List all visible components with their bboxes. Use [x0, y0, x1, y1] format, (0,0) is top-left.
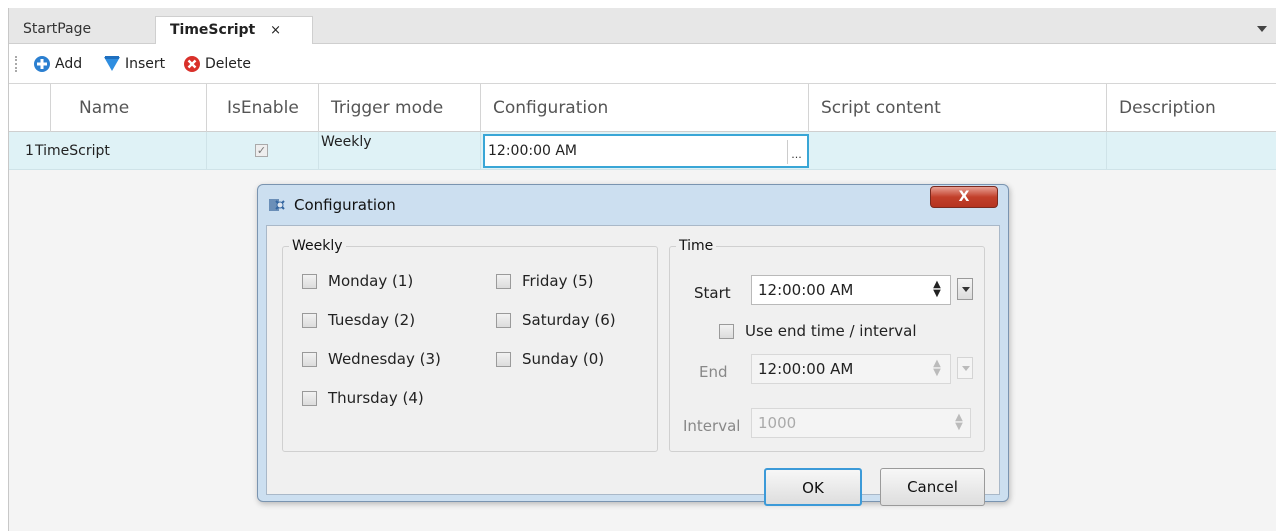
end-time-value: 12:00:00 AM [758, 360, 854, 378]
checkbox-thursday-label: Thursday (4) [328, 389, 424, 407]
cell-trigger-mode[interactable]: Weekly [319, 132, 481, 170]
column-header-script-content[interactable]: Script content [809, 84, 1107, 132]
toolbar-grip [15, 56, 17, 72]
end-label: End [699, 363, 728, 381]
grid-header: Name IsEnable Trigger mode Configuration… [9, 84, 1276, 132]
weekly-legend: Weekly [292, 238, 343, 254]
column-header-description[interactable]: Description [1107, 84, 1276, 132]
checkbox-saturday-label: Saturday (6) [522, 311, 616, 329]
checkbox-thursday[interactable]: Thursday (4) [302, 387, 424, 409]
checkbox-monday-label: Monday (1) [328, 272, 414, 290]
dialog-title: Configuration [294, 196, 396, 214]
table-row[interactable]: 1 TimeScript ✓ Weekly 12:00:00 AM ... [9, 132, 1276, 170]
checkbox-sunday[interactable]: Sunday (0) [496, 348, 604, 370]
insert-button-label: Insert [125, 56, 166, 72]
checkbox-wednesday[interactable]: Wednesday (3) [302, 348, 441, 370]
add-button[interactable]: Add [31, 53, 82, 75]
add-button-label: Add [55, 56, 83, 72]
end-time-field[interactable]: 12:00:00 AM ▲ ▼ [751, 354, 951, 384]
configuration-value: 12:00:00 AM [488, 143, 577, 159]
start-time-spinner-icon[interactable]: ▲ ▼ [930, 280, 944, 300]
delete-icon [184, 56, 200, 72]
tab-close-icon[interactable]: × [270, 23, 281, 38]
checkbox-use-end-time[interactable]: Use end time / interval [719, 320, 916, 342]
checkbox-box[interactable] [302, 274, 317, 289]
row-number: 1 [25, 143, 34, 159]
cell-configuration-editor[interactable]: 12:00:00 AM ... [483, 134, 809, 168]
checkbox-saturday[interactable]: Saturday (6) [496, 309, 616, 331]
checkbox-box[interactable] [719, 324, 734, 339]
start-time-value: 12:00:00 AM [758, 281, 854, 299]
column-header-isenable[interactable]: IsEnable [207, 84, 319, 132]
cancel-button[interactable]: Cancel [880, 468, 985, 506]
interval-spinner-icon[interactable]: ▲ ▼ [952, 413, 966, 433]
column-header-configuration[interactable]: Configuration [481, 84, 809, 132]
insert-button[interactable]: Insert [101, 53, 165, 75]
checkbox-monday[interactable]: Monday (1) [302, 270, 413, 292]
tab-timescript-label: TimeScript [170, 22, 256, 38]
column-header-trigger-mode[interactable]: Trigger mode [319, 84, 481, 132]
tab-menu-chevron-down-icon[interactable] [1257, 26, 1267, 32]
tab-strip: StartPage TimeScript × [9, 8, 1276, 44]
isenable-checkbox[interactable]: ✓ [255, 144, 268, 157]
add-icon [34, 56, 50, 72]
start-label: Start [694, 284, 731, 302]
tab-timescript[interactable]: TimeScript × [155, 16, 313, 44]
cell-script-content[interactable] [809, 132, 1107, 170]
delete-button[interactable]: Delete [181, 53, 251, 75]
tab-startpage-label: StartPage [23, 21, 92, 37]
dialog-title-bar[interactable]: Configuration [268, 193, 396, 217]
configuration-ellipsis-button[interactable]: ... [787, 140, 805, 164]
app-window: StartPage TimeScript × Add Insert Delete… [8, 8, 1276, 531]
time-legend: Time [679, 238, 714, 254]
checkbox-box[interactable] [496, 352, 511, 367]
checkbox-friday-label: Friday (5) [522, 272, 594, 290]
checkbox-box[interactable] [302, 313, 317, 328]
toolbar: Add Insert Delete [9, 44, 1276, 84]
dialog-close-button[interactable]: X [930, 186, 998, 208]
use-end-time-label: Use end time / interval [745, 322, 917, 340]
checkbox-friday[interactable]: Friday (5) [496, 270, 593, 292]
end-time-spinner-icon[interactable]: ▲ ▼ [930, 359, 944, 379]
row-number-header [9, 84, 51, 132]
configuration-dialog: Configuration X Weekly Monday (1) Tuesda… [257, 184, 1009, 506]
dialog-body: Weekly Monday (1) Tuesday (2) Wednesday … [266, 225, 1000, 506]
checkbox-tuesday-label: Tuesday (2) [328, 311, 416, 329]
checkbox-wednesday-label: Wednesday (3) [328, 350, 441, 368]
end-time-dropdown-button[interactable] [957, 357, 973, 379]
cell-name[interactable]: TimeScript [35, 132, 207, 170]
cell-isenable[interactable]: ✓ [207, 132, 319, 170]
column-header-name[interactable]: Name [51, 84, 207, 132]
cell-description[interactable] [1107, 132, 1276, 170]
start-time-field[interactable]: 12:00:00 AM ▲ ▼ [751, 275, 951, 305]
checkbox-box[interactable] [496, 274, 511, 289]
interval-label: Interval [683, 417, 741, 435]
ok-button[interactable]: OK [764, 468, 862, 506]
configuration-app-icon [269, 199, 285, 211]
start-time-dropdown-button[interactable] [957, 278, 973, 300]
checkbox-box[interactable] [302, 352, 317, 367]
checkbox-tuesday[interactable]: Tuesday (2) [302, 309, 415, 331]
checkbox-sunday-label: Sunday (0) [522, 350, 605, 368]
checkbox-box[interactable] [496, 313, 511, 328]
insert-arrow-icon [104, 56, 120, 71]
delete-button-label: Delete [205, 56, 251, 72]
checkbox-box[interactable] [302, 391, 317, 406]
interval-placeholder: 1000 [758, 414, 797, 432]
tab-startpage[interactable]: StartPage [9, 16, 155, 44]
interval-input[interactable]: 1000 ▲ ▼ [751, 408, 971, 438]
